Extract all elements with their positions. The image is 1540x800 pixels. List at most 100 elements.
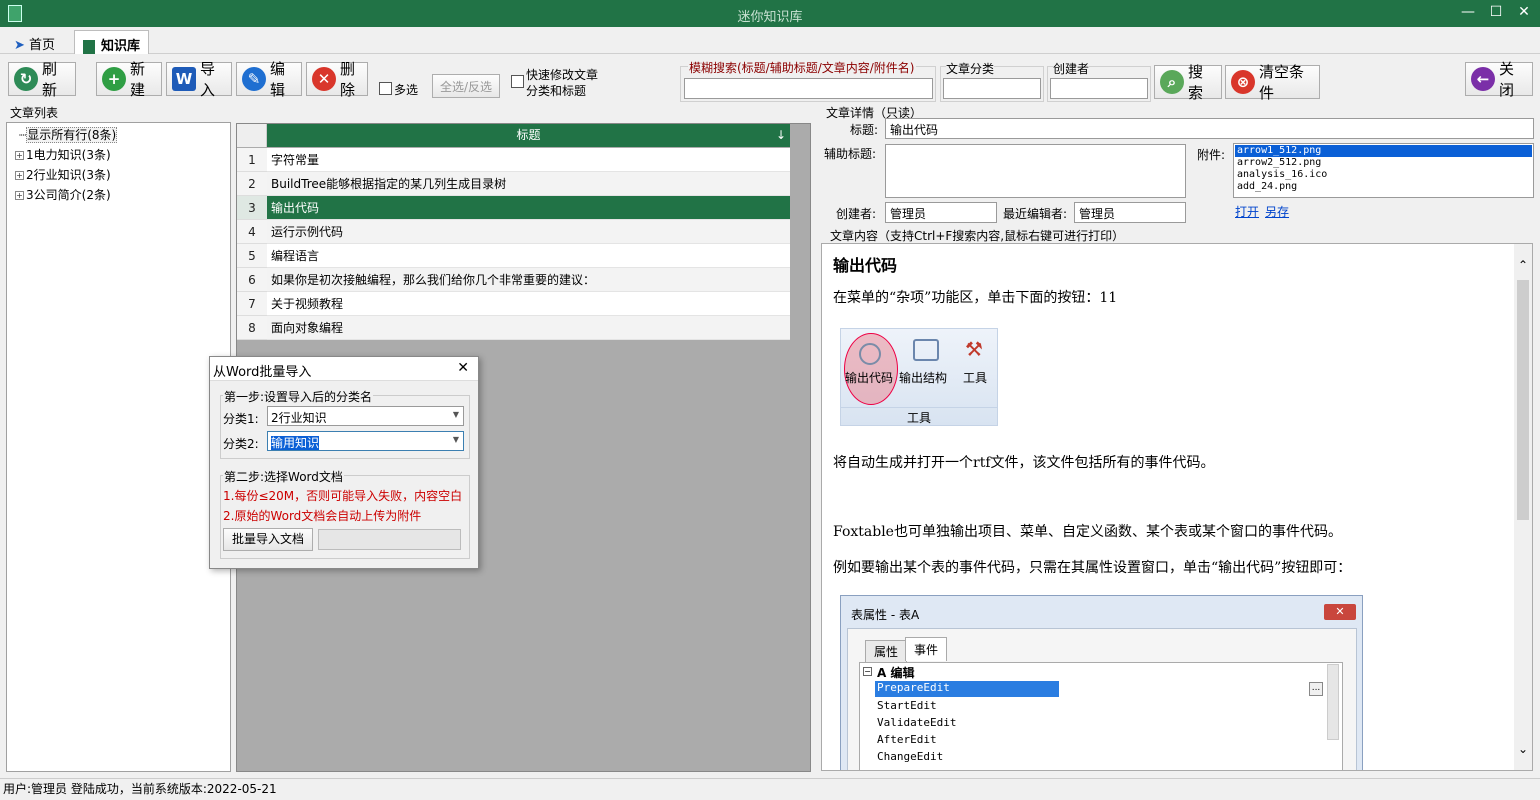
properties-group: A 编辑	[877, 666, 915, 680]
list-item[interactable]: add_24.png	[1235, 181, 1532, 193]
ribbon-button-label: 输出代码	[845, 371, 894, 385]
quick-edit-label-1: 快速修改文章	[526, 68, 599, 82]
import-progress-bar	[318, 529, 461, 550]
save-as-link[interactable]: 另存	[1265, 203, 1289, 220]
article-list-label: 文章列表	[10, 106, 59, 120]
table-row[interactable]: 7 关于视频教程	[237, 292, 790, 316]
list-item-selected[interactable]: arrow1_512.png	[1235, 145, 1532, 157]
status-bar: 用户:管理员 登陆成功，当前系统版本:2022-05-21	[0, 778, 1540, 800]
search-icon: ⌕	[1160, 70, 1184, 94]
table-row[interactable]: 6 如果你是初次接触编程，那么我们给你几个非常重要的建议：	[237, 268, 790, 292]
step1-label: 第一步:设置导入后的分类名	[223, 388, 374, 405]
attachments-list[interactable]: arrow1_512.png arrow2_512.png analysis_1…	[1233, 143, 1534, 198]
output-code-icon	[859, 343, 881, 365]
category1-select[interactable]: 2行业知识 ▼	[267, 406, 464, 426]
tab-home[interactable]: ➤ 首页	[6, 30, 63, 54]
category-input[interactable]	[943, 78, 1041, 99]
tree-item-all[interactable]: ┈显示所有行(8条)	[7, 125, 230, 145]
tree-item-industry[interactable]: +2行业知识(3条)	[7, 165, 230, 185]
table-row[interactable]: 1 字符常量	[237, 148, 790, 172]
pin-icon: ➤	[14, 38, 25, 53]
list-item[interactable]: arrow2_512.png	[1235, 157, 1532, 169]
quick-edit-checkbox[interactable]	[511, 75, 524, 88]
fuzzy-search-input[interactable]	[684, 78, 933, 99]
content-paragraph: 将自动生成并打开一个rtf文件，该文件包括所有的事件代码。	[833, 455, 1215, 471]
ribbon-divider	[841, 407, 997, 408]
title-field[interactable]: 输出代码	[885, 118, 1534, 139]
dialog-close-icon[interactable]: ✕	[457, 360, 469, 376]
sort-arrow-icon: ↓	[775, 128, 786, 142]
search-button[interactable]: ⌕ 搜索	[1154, 63, 1222, 102]
ribbon-button-label: 输出结构	[899, 371, 948, 385]
clear-icon: ⊗	[1231, 70, 1255, 94]
properties-tab: 属性	[865, 640, 908, 663]
content-scrollbar[interactable]: ⌃ ⌄	[1514, 244, 1532, 770]
content-paragraph: 在菜单的“杂项”功能区，单击下面的按钮：11	[833, 290, 1118, 306]
table-row[interactable]: 8 面向对象编程	[237, 316, 790, 340]
expand-icon[interactable]: +	[15, 191, 24, 200]
import-button[interactable]: W 导入	[166, 60, 232, 99]
minimize-icon[interactable]: —	[1458, 4, 1478, 20]
attachments-label: 附件:	[1197, 148, 1226, 162]
word-icon: W	[172, 67, 196, 91]
content-paragraph: Foxtable也可单独输出项目、菜单、自定义函数、某个表或某个窗口的事件代码。	[833, 524, 1342, 540]
edit-button[interactable]: ✎ 编辑	[236, 60, 302, 99]
last-editor-label: 最近编辑者:	[1003, 207, 1068, 221]
maximize-icon[interactable]: ☐	[1486, 4, 1506, 20]
multi-select-label: 多选	[394, 83, 419, 97]
article-content[interactable]: 输出代码 在菜单的“杂项”功能区，单击下面的按钮：11 ⚒ 输出代码 输出结构 …	[821, 243, 1533, 771]
clear-conditions-button[interactable]: ⊗ 清空条件	[1225, 63, 1320, 102]
list-item[interactable]: analysis_16.ico	[1235, 169, 1532, 181]
scroll-up-icon[interactable]: ⌃	[1514, 258, 1532, 272]
close-window-icon[interactable]: ✕	[1514, 4, 1534, 20]
last-editor-field[interactable]: 管理员	[1074, 202, 1186, 223]
attachment-note: 2.原始的Word文档会自动上传为附件	[223, 509, 422, 523]
window-title: 迷你知识库	[737, 10, 803, 25]
select-all-button[interactable]: 全选/反选	[432, 74, 500, 98]
category-label: 文章分类	[946, 60, 995, 77]
output-structure-icon	[913, 339, 939, 361]
tools-icon: ⚒	[965, 337, 983, 361]
category2-select[interactable]: 输用知识 ▼	[267, 431, 464, 451]
refresh-icon: ↻	[14, 67, 38, 91]
properties-tab-active: 事件	[905, 637, 948, 661]
new-button[interactable]: + 新建	[96, 60, 162, 99]
book-icon	[83, 39, 95, 54]
expand-icon[interactable]: +	[15, 151, 24, 160]
back-arrow-icon: ←	[1471, 67, 1495, 91]
tab-knowledge-base[interactable]: 知识库	[74, 30, 150, 54]
table-row[interactable]: 4 运行示例代码	[237, 220, 790, 244]
close-button[interactable]: ← 关闭	[1465, 60, 1533, 99]
expand-icon[interactable]: +	[15, 171, 24, 180]
scroll-down-icon[interactable]: ⌄	[1514, 742, 1532, 756]
table-row[interactable]: 2 BuildTree能够根据指定的某几列生成目录树	[237, 172, 790, 196]
chevron-down-icon: ▼	[452, 435, 459, 444]
properties-scrollbar	[1327, 664, 1339, 740]
delete-button[interactable]: ✕ 删除	[306, 60, 368, 99]
multi-select-checkbox[interactable]	[379, 82, 392, 95]
refresh-button[interactable]: ↻ 刷新	[8, 60, 76, 99]
fuzzy-search-label: 模糊搜索(标题/辅助标题/文章内容/附件名)	[688, 59, 916, 76]
creator-label: 创建者:	[836, 207, 877, 221]
open-attachment-link[interactable]: 打开	[1235, 203, 1259, 220]
dialog-titlebar: 从Word批量导入 ✕	[210, 357, 478, 381]
category2-label: 分类2:	[223, 437, 259, 451]
table-row-selected[interactable]: 3 输出代码	[237, 196, 790, 220]
creator-field[interactable]: 管理员	[885, 202, 997, 223]
quick-edit-label-2: 分类和标题	[526, 84, 587, 98]
tree-item-company[interactable]: +3公司简介(2条)	[7, 185, 230, 205]
scroll-thumb[interactable]	[1517, 280, 1529, 520]
dialog-title: 从Word批量导入	[213, 365, 312, 380]
tree-item-power[interactable]: +1电力知识(3条)	[7, 145, 230, 165]
table-row[interactable]: 5 编程语言	[237, 244, 790, 268]
batch-import-button[interactable]: 批量导入文档	[223, 528, 313, 551]
ribbon-group-label: 工具	[906, 411, 931, 425]
creator-filter-input[interactable]	[1050, 78, 1148, 99]
word-import-dialog: 从Word批量导入 ✕ 第一步:设置导入后的分类名 分类1: 2行业知识 ▼ 分…	[209, 356, 479, 569]
chevron-down-icon: ▼	[452, 410, 459, 419]
grid-header-title[interactable]: 标题 ↓	[267, 124, 790, 147]
property-item: ValidateEdit	[877, 716, 957, 729]
subtitle-field[interactable]	[885, 144, 1186, 198]
delete-icon: ✕	[312, 67, 336, 91]
category-tree: ┈显示所有行(8条) +1电力知识(3条) +2行业知识(3条) +3公司简介(…	[6, 122, 231, 772]
